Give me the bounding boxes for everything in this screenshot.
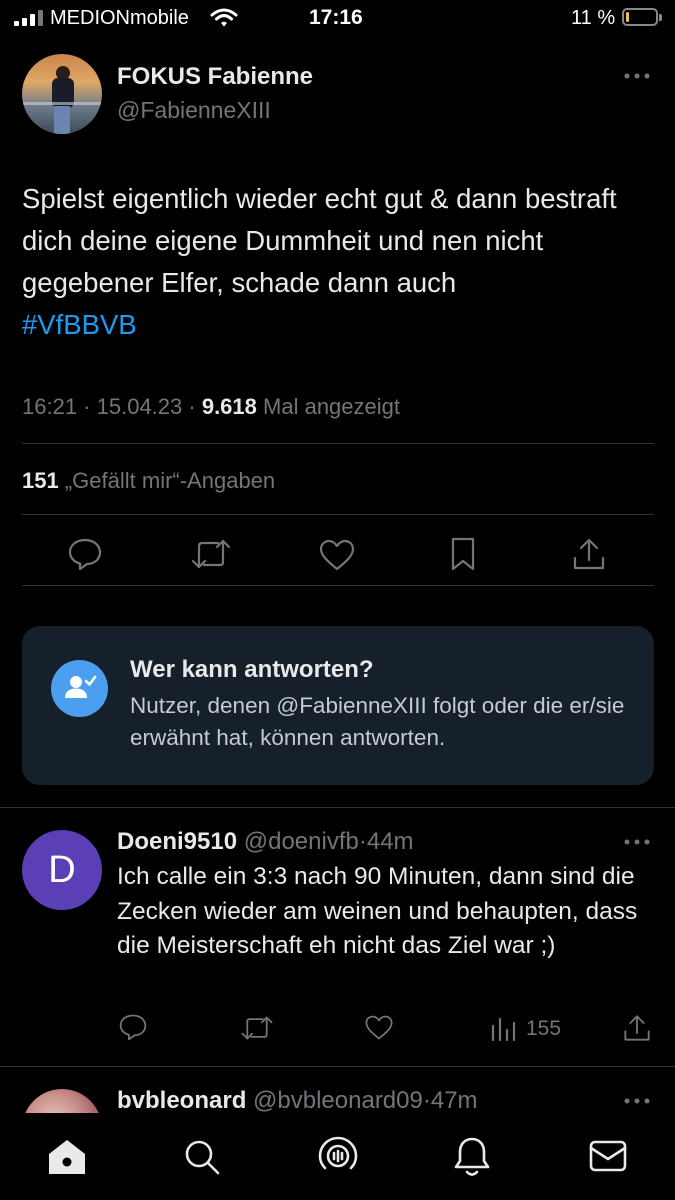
share-icon[interactable] <box>622 1013 652 1043</box>
reply-header: bvbleonard @bvbleonard09·47m <box>117 1087 478 1113</box>
notifications-icon[interactable] <box>453 1135 491 1179</box>
divider <box>22 443 654 444</box>
battery-fill <box>626 12 629 22</box>
ellipsis-icon[interactable] <box>624 1097 650 1105</box>
bookmark-icon[interactable] <box>448 536 478 572</box>
likes-label: „Gefällt mir“-Angaben <box>64 468 276 493</box>
home-icon[interactable] <box>46 1137 88 1177</box>
likes-row[interactable]: 151 „Gefällt mir“-Angaben <box>22 468 275 494</box>
clock: 17:16 <box>309 6 363 29</box>
battery-percent: 11 % <box>571 7 616 29</box>
reply-restriction-description: Nutzer, denen @FabienneXIII folgt oder d… <box>130 693 625 750</box>
spaces-icon[interactable] <box>317 1135 359 1179</box>
signal-icon <box>14 10 43 26</box>
search-icon[interactable] <box>182 1137 222 1177</box>
like-icon[interactable] <box>318 538 356 572</box>
reply-author-handle[interactable]: @doenivfb <box>244 828 359 855</box>
divider <box>22 585 654 586</box>
retweet-icon[interactable] <box>240 1014 274 1042</box>
hashtag-link[interactable]: #VfBBVB <box>22 309 137 340</box>
reply-icon[interactable] <box>67 537 103 571</box>
author-avatar[interactable] <box>22 54 102 134</box>
reply-item[interactable]: D Doeni9510 @doenivfb·44m Ich calle ein … <box>0 808 675 1066</box>
likes-count: 151 <box>22 468 59 493</box>
tweet-text: Spielst eigentlich wieder echt gut & dan… <box>22 178 657 346</box>
reply-age: 44m <box>366 828 414 855</box>
messages-icon[interactable] <box>588 1139 628 1173</box>
like-icon[interactable] <box>364 1014 394 1041</box>
reply-avatar[interactable] <box>22 1089 102 1113</box>
views-icon[interactable] <box>490 1016 516 1042</box>
tweet-meta: 16:21 · 15.04.23 · 9.618 Mal angezeigt <box>22 394 400 419</box>
status-bar: MEDIONmobile 17:16 11 % <box>0 0 675 36</box>
retweet-icon[interactable] <box>190 537 232 571</box>
ellipsis-icon[interactable] <box>624 838 650 846</box>
reply-restriction-title: Wer kann antworten? <box>130 656 374 683</box>
reply-avatar[interactable]: D <box>22 830 102 910</box>
avatar-letter: D <box>48 849 76 891</box>
bottom-nav <box>0 1113 675 1200</box>
reply-restriction-card: Wer kann antworten? Nutzer, denen @Fabie… <box>22 626 654 785</box>
reply-author-name[interactable]: Doeni9510 <box>117 828 237 855</box>
author-name[interactable]: FOKUS Fabienne <box>117 63 313 91</box>
tweet-body: Spielst eigentlich wieder echt gut & dan… <box>22 183 617 298</box>
wifi-icon <box>210 8 238 27</box>
reply-icon[interactable] <box>118 1013 148 1041</box>
author-handle[interactable]: @FabienneXIII <box>117 97 271 124</box>
reply-age: 47m <box>430 1087 478 1113</box>
view-count: 9.618 <box>201 394 257 419</box>
reply-view-count: 155 <box>526 1017 562 1040</box>
battery-icon <box>622 8 662 26</box>
tweet-date[interactable]: 15.04.23 <box>97 394 183 419</box>
carrier-label: MEDIONmobile <box>50 7 189 29</box>
reply-header: Doeni9510 @doenivfb·44m <box>117 828 414 855</box>
reply-author-name[interactable]: bvbleonard <box>117 1087 246 1113</box>
divider <box>22 514 654 515</box>
reply-author-handle[interactable]: @bvbleonard09 <box>253 1087 423 1113</box>
view-label: Mal angezeigt <box>263 394 400 419</box>
share-icon[interactable] <box>571 536 607 572</box>
tweet-time: 16:21 <box>22 394 78 419</box>
ellipsis-icon[interactable] <box>624 72 650 80</box>
person-check-icon <box>51 660 108 717</box>
reply-item[interactable]: bvbleonard @bvbleonard09·47m <box>0 1067 675 1113</box>
reply-text: Ich calle ein 3:3 nach 90 Minuten, dann … <box>117 863 638 959</box>
